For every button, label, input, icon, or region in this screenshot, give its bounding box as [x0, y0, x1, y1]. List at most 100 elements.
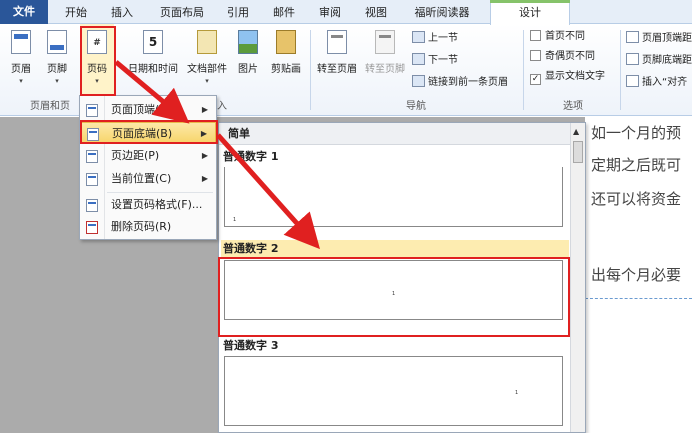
goto-header-icon: [327, 30, 347, 54]
menu-item-bottom-of-page[interactable]: 页面底端(B) ▶: [81, 122, 216, 144]
gallery-item-plain-number-1[interactable]: 1: [224, 167, 563, 227]
menu-item-page-margins[interactable]: 页边距(P) ▶: [81, 145, 216, 167]
chevron-down-icon: ▾: [95, 77, 99, 85]
picture-button[interactable]: 图片: [234, 24, 262, 94]
option-odd-even-different[interactable]: 奇偶页不同: [530, 48, 595, 66]
clip-art-button[interactable]: 剪贴画: [266, 24, 306, 94]
next-section-label: 下一节: [428, 55, 458, 66]
group-separator: [523, 30, 524, 110]
menu-item-remove-page-numbers[interactable]: 删除页码(R): [81, 216, 216, 238]
page-number-icon: #: [87, 30, 107, 54]
picture-label: 图片: [238, 64, 258, 75]
page-number-button[interactable]: # 页码 ▾: [80, 24, 114, 94]
chevron-right-icon: ▶: [201, 105, 208, 114]
tab-foxit-reader[interactable]: 福昕阅读器: [404, 3, 480, 23]
gallery-item-plain-number-3[interactable]: 1: [224, 356, 563, 426]
current-position-icon: [86, 173, 98, 186]
chevron-down-icon: ▾: [205, 77, 209, 85]
group-label-navigation: 导航: [406, 101, 426, 112]
tab-design[interactable]: 设计: [490, 0, 570, 25]
insert-align-tab-button[interactable]: 插入“对齐: [626, 74, 687, 92]
gallery-scrollbar[interactable]: ▲: [570, 123, 585, 432]
menu-item-label: 设置页码格式(F)...: [111, 198, 203, 211]
option-first-page-different[interactable]: 首页不同: [530, 28, 585, 46]
link-previous-button[interactable]: 链接到前一条页眉: [412, 74, 508, 92]
page-bottom-icon: [87, 128, 99, 141]
goto-footer-label: 转至页脚: [365, 64, 405, 75]
group-label-insert: 入: [217, 101, 227, 112]
group-separator: [620, 30, 621, 110]
gallery-item-label: 普通数字 2: [221, 240, 569, 258]
calendar-icon: 5: [143, 30, 163, 54]
chevron-down-icon: ▾: [55, 77, 59, 85]
menu-separator: [107, 192, 213, 193]
option-show-document-text[interactable]: ✓ 显示文档文字: [530, 68, 605, 86]
document-line: 出每个月必要: [591, 266, 682, 284]
tab-view[interactable]: 视图: [356, 3, 396, 23]
prev-section-button[interactable]: 上一节: [412, 30, 458, 48]
remove-page-number-icon: [86, 221, 98, 234]
checkbox-odd-even[interactable]: [530, 50, 541, 61]
document-line: 还可以将资金: [591, 190, 682, 208]
gallery-item-label: 普通数字 3: [223, 339, 279, 352]
tab-references[interactable]: 引用: [218, 3, 258, 23]
scroll-up-icon[interactable]: ▲: [573, 127, 579, 136]
menu-item-format-page-numbers[interactable]: 设置页码格式(F)...: [81, 194, 216, 216]
align-tab-icon: [626, 75, 639, 87]
gallery-section-header: 简单: [219, 123, 571, 145]
prev-section-label: 上一节: [428, 33, 458, 44]
gallery-item-plain-number-2[interactable]: 1: [224, 260, 563, 320]
next-section-icon: [412, 53, 425, 65]
link-previous-label: 链接到前一条页眉: [428, 77, 508, 88]
chevron-down-icon: ▾: [19, 77, 23, 85]
tab-home[interactable]: 开始: [56, 3, 96, 23]
footer-bottom-position-label: 页脚底端距: [642, 55, 692, 66]
gallery-item-label: 普通数字 1: [223, 150, 279, 163]
menu-item-label: 当前位置(C): [111, 172, 172, 185]
goto-header-label: 转至页眉: [317, 64, 357, 75]
doc-parts-button[interactable]: 文档部件 ▾: [184, 24, 230, 94]
tab-insert[interactable]: 插入: [102, 3, 142, 23]
menu-item-top-of-page[interactable]: 页面顶端(T) ▶: [81, 99, 216, 121]
tab-file[interactable]: 文件: [0, 0, 48, 24]
goto-footer-button[interactable]: 转至页脚: [362, 24, 408, 94]
document-line: 定期之后既可: [591, 156, 682, 174]
page-number-menu: 页面顶端(T) ▶ 页面底端(B) ▶ 页边距(P) ▶ 当前位置(C) ▶ 设…: [79, 95, 217, 240]
group-label-options: 选项: [563, 101, 583, 112]
goto-header-button[interactable]: 转至页眉: [314, 24, 360, 94]
tab-mailings[interactable]: 邮件: [264, 3, 304, 23]
option-first-page-label: 首页不同: [545, 31, 585, 42]
menu-item-label: 页边距(P): [111, 149, 160, 162]
date-time-button[interactable]: 5 日期和时间: [124, 24, 182, 94]
document-line: 如一个月的预: [591, 124, 682, 142]
doc-parts-icon: [197, 30, 217, 54]
ribbon-tab-bar: 文件 开始 插入 页面布局 引用 邮件 审阅 视图 福昕阅读器 设计: [0, 0, 692, 25]
checkbox-show-text[interactable]: ✓: [530, 74, 541, 85]
next-section-button[interactable]: 下一节: [412, 52, 458, 70]
tab-review[interactable]: 审阅: [310, 3, 350, 23]
footer-button[interactable]: 页脚 ▾: [42, 24, 72, 94]
menu-item-label: 页面顶端(T): [111, 103, 171, 116]
footer-label: 页脚: [47, 64, 67, 75]
page-number-preview: 1: [392, 291, 396, 297]
group-separator: [310, 30, 311, 110]
header-top-position[interactable]: 页眉顶端距: [626, 30, 692, 48]
prev-section-icon: [412, 31, 425, 43]
link-icon: [412, 75, 425, 87]
clip-art-icon: [276, 30, 296, 54]
goto-footer-icon: [375, 30, 395, 54]
header-button[interactable]: 页眉 ▾: [6, 24, 36, 94]
footer-bottom-position[interactable]: 页脚底端距: [626, 52, 692, 70]
tab-page-layout[interactable]: 页面布局: [150, 3, 214, 23]
format-page-number-icon: [86, 199, 98, 212]
insert-align-tab-label: 插入“对齐: [642, 77, 688, 88]
chevron-right-icon: ▶: [201, 151, 208, 160]
header-icon: [11, 30, 31, 54]
footer-icon: [47, 30, 67, 54]
scroll-thumb[interactable]: [573, 141, 583, 163]
header-position-icon: [626, 31, 639, 43]
header-label: 页眉: [11, 64, 31, 75]
checkbox-first-page[interactable]: [530, 30, 541, 41]
menu-item-current-position[interactable]: 当前位置(C) ▶: [81, 168, 216, 190]
contextual-tab-band: [490, 0, 570, 3]
